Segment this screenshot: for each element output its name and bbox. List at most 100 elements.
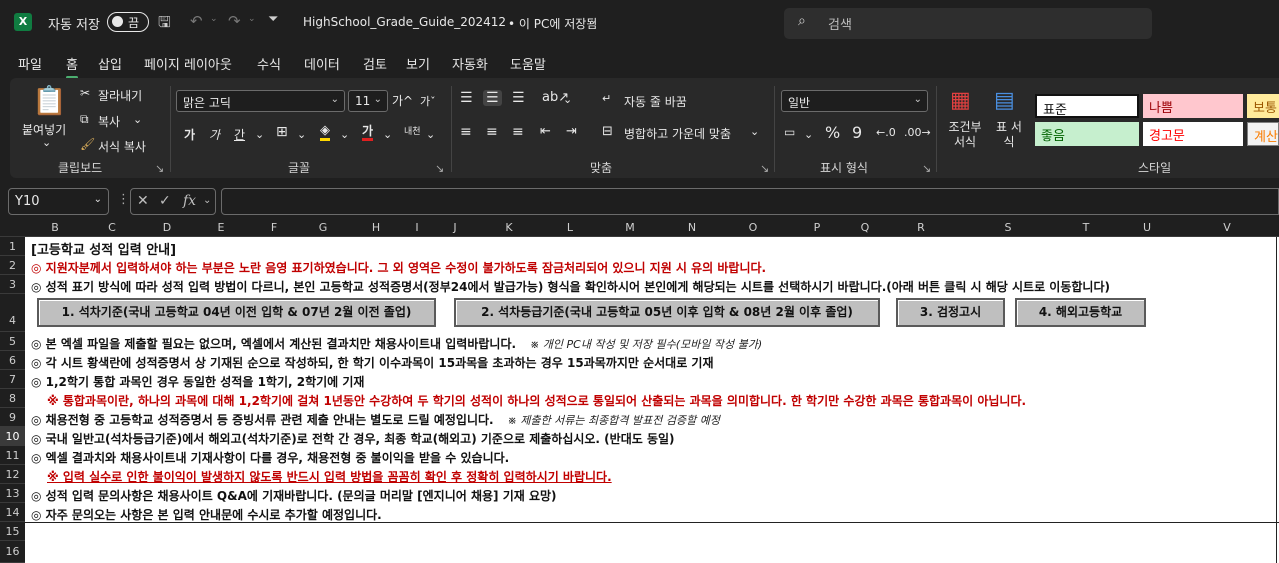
column-header[interactable]: J <box>443 221 467 234</box>
format-painter-icon[interactable]: 🖌 <box>80 137 95 151</box>
tab-formulas[interactable]: 수식 <box>257 54 281 73</box>
row-header[interactable]: 13 <box>0 484 25 503</box>
row-header[interactable]: 12 <box>0 465 25 484</box>
column-header[interactable]: B <box>43 221 67 234</box>
italic-button[interactable]: 가 <box>209 126 220 143</box>
clipboard-launcher-icon[interactable]: ↘ <box>155 162 164 175</box>
tab-review[interactable]: 검토 <box>363 54 387 73</box>
row-header[interactable]: 8 <box>0 389 25 408</box>
column-header[interactable]: V <box>1215 221 1239 234</box>
merge-center-button[interactable]: 병합하고 가운데 맞춤 <box>624 125 731 142</box>
column-header[interactable]: P <box>805 221 829 234</box>
accounting-format-icon[interactable]: ▭ <box>784 125 795 139</box>
font-color-button[interactable]: 가 <box>362 124 374 141</box>
copy-icon[interactable]: ⧉ <box>80 112 89 127</box>
enter-icon[interactable]: ✓ <box>159 193 171 209</box>
cut-button[interactable]: 잘라내기 <box>98 87 142 104</box>
bold-button[interactable]: 가 <box>184 126 195 143</box>
column-header[interactable]: N <box>680 221 704 234</box>
save-location[interactable]: • 이 PC에 저장됨 <box>508 15 597 32</box>
column-header[interactable]: S <box>996 221 1020 234</box>
column-header[interactable]: M <box>618 221 642 234</box>
row-header-selected[interactable]: 10 <box>0 427 25 446</box>
merge-icon[interactable]: ⊟ <box>602 124 613 139</box>
cut-icon[interactable]: ✂ <box>80 86 90 100</box>
style-warning[interactable]: 경고문 <box>1143 122 1243 146</box>
align-right-icon[interactable]: ≡ <box>512 124 524 140</box>
customize-toolbar-icon[interactable]: ⏷ <box>268 12 278 27</box>
format-painter-button[interactable]: 서식 복사 <box>98 138 146 155</box>
row-header[interactable]: 16 <box>0 541 25 563</box>
column-header[interactable]: D <box>155 221 179 234</box>
conditional-formatting-icon[interactable]: ▦ <box>950 88 971 113</box>
font-size-select[interactable]: 11 ⌄ <box>348 90 388 112</box>
borders-icon[interactable]: ⊞ <box>276 124 288 140</box>
paste-icon[interactable]: 📋 <box>32 84 67 117</box>
column-header[interactable]: K <box>497 221 521 234</box>
tab-page-layout[interactable]: 페이지 레이아웃 <box>144 54 232 73</box>
column-header[interactable]: H <box>364 221 388 234</box>
autosave-toggle[interactable]: 끔 <box>107 12 149 32</box>
increase-font-button[interactable]: 가^ <box>392 92 413 109</box>
tab-file[interactable]: 파일 <box>18 54 42 73</box>
copy-dropdown-icon[interactable]: ⌄ <box>133 113 142 126</box>
row-header[interactable]: 15 <box>0 522 25 541</box>
row-header[interactable]: 11 <box>0 446 25 465</box>
column-header[interactable]: Q <box>853 221 877 234</box>
orientation-dropdown-icon[interactable]: ⌄ <box>563 93 572 106</box>
column-header[interactable]: C <box>100 221 124 234</box>
column-header[interactable]: E <box>209 221 233 234</box>
align-left-icon[interactable]: ≡ <box>460 124 472 140</box>
insert-function-icon[interactable]: fx <box>183 193 196 209</box>
accounting-dropdown-icon[interactable]: ⌄ <box>804 128 813 141</box>
borders-dropdown-icon[interactable]: ⌄ <box>297 128 306 141</box>
column-header[interactable]: R <box>909 221 933 234</box>
copy-button[interactable]: 복사 <box>98 113 120 130</box>
alignment-launcher-icon[interactable]: ↘ <box>760 162 769 175</box>
column-header[interactable]: I <box>405 221 429 234</box>
style-neutral[interactable]: 보통 <box>1247 94 1279 118</box>
format-as-table-button[interactable]: 표 서식 <box>994 120 1024 150</box>
tab-home[interactable]: 홈 <box>66 54 78 79</box>
file-name[interactable]: HighSchool_Grade_Guide_202412 <box>303 15 506 29</box>
style-calculation[interactable]: 계산 <box>1247 122 1279 146</box>
row-header[interactable]: 1 <box>0 237 25 256</box>
style-bad[interactable]: 나쁨 <box>1143 94 1243 118</box>
phonetic-dropdown-icon[interactable]: ⌄ <box>426 128 435 141</box>
conditional-formatting-button[interactable]: 조건부 서식 <box>946 120 984 150</box>
font-color-dropdown-icon[interactable]: ⌄ <box>383 128 392 141</box>
sheet-button-ged[interactable]: 3. 검정고시 <box>896 298 1005 327</box>
row-header[interactable]: 2 <box>0 256 25 275</box>
format-as-table-icon[interactable]: ▤ <box>994 88 1015 113</box>
decrease-font-button[interactable]: 가ˇ <box>420 93 436 109</box>
redo-icon[interactable]: ↷ <box>228 12 241 30</box>
wrap-text-icon[interactable]: ↵ <box>602 92 611 105</box>
cancel-icon[interactable]: ✕ <box>137 193 149 209</box>
row-header[interactable]: 14 <box>0 503 25 522</box>
cell-area[interactable]: [고등학교 성적 입력 안내] ◎ 지원자분께서 입력하셔야 하는 부분은 노란… <box>25 237 1279 563</box>
increase-indent-icon[interactable]: ⇥ <box>566 124 577 139</box>
tab-data[interactable]: 데이터 <box>304 54 340 73</box>
name-box[interactable]: Y10 ⌄ <box>8 188 109 215</box>
sheet-button-rank-based[interactable]: 1. 석차기준(국내 고등학교 04년 이전 입학 & 07년 2월 이전 졸업… <box>37 298 436 327</box>
chevron-down-icon[interactable]: ⌄ <box>589 13 598 26</box>
decrease-decimal-icon[interactable]: .00→ <box>904 126 931 139</box>
align-top-icon[interactable]: ☰ <box>460 90 473 106</box>
align-center-icon[interactable]: ≡ <box>486 124 498 140</box>
font-name-select[interactable]: 맑은 고딕 ⌄ <box>176 90 345 112</box>
comma-style-button[interactable]: 9 <box>852 123 862 142</box>
merge-dropdown-icon[interactable]: ⌄ <box>750 125 759 138</box>
tab-help[interactable]: 도움말 <box>510 54 546 73</box>
row-header[interactable]: 7 <box>0 370 25 389</box>
search-box[interactable]: ⌕ 검색 <box>784 8 1152 39</box>
row-header[interactable]: 9 <box>0 408 25 427</box>
column-header[interactable]: F <box>262 221 286 234</box>
row-header[interactable]: 4 <box>0 294 25 332</box>
wrap-text-button[interactable]: 자동 줄 바꿈 <box>624 93 687 110</box>
number-format-select[interactable]: 일반 ⌄ <box>781 90 928 112</box>
font-launcher-icon[interactable]: ↘ <box>435 162 444 175</box>
sheet-button-overseas[interactable]: 4. 해외고등학교 <box>1015 298 1146 327</box>
style-normal[interactable]: 표준 <box>1035 94 1139 118</box>
style-good[interactable]: 좋음 <box>1035 122 1139 146</box>
percent-style-button[interactable]: % <box>825 123 840 142</box>
